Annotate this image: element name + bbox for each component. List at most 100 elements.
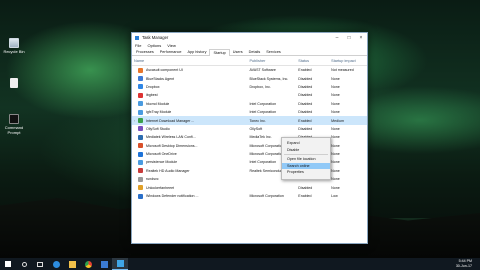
taskbar-edge[interactable]: [48, 258, 64, 270]
desktop-icon-label: Recycle Bin: [3, 49, 25, 54]
table-row[interactable]: Mediatek Wireless LAN Confi... MediaTek I…: [132, 133, 367, 141]
folder-icon: [68, 260, 76, 268]
row-status: Disabled: [298, 101, 313, 106]
column-header-status[interactable]: Status: [296, 59, 329, 63]
table-row[interactable]: rundsvcDisabledNone: [132, 175, 367, 183]
tab-users[interactable]: Users: [230, 49, 246, 55]
desktop-icon-recycle-bin[interactable]: Recycle Bin: [3, 38, 25, 54]
tab-processes[interactable]: Processes: [133, 49, 157, 55]
table-row[interactable]: hkcmd Module Intel Corporation Disabled Non…: [132, 100, 367, 108]
row-name: Realtek HD Audio Manager: [146, 168, 190, 173]
command-prompt-icon: [9, 114, 19, 124]
file-icon: [10, 78, 18, 88]
taskbar-task-view[interactable]: [32, 258, 48, 270]
tab-performance[interactable]: Performance: [157, 49, 185, 55]
start-button[interactable]: [0, 258, 16, 270]
table-row[interactable]: Avcasuit component UI AVAST Software Enabl…: [132, 66, 367, 74]
search-icon: [21, 261, 27, 267]
row-publisher: Tonec Inc.: [249, 118, 266, 123]
tab-services[interactable]: Services: [263, 49, 284, 55]
task-manager-window: Task Manager – □ × File Options View Pro…: [131, 32, 368, 244]
row-name-cell: BlueStacks Agent: [132, 76, 248, 82]
column-header-publisher[interactable]: Publisher: [248, 59, 297, 63]
taskbar-file-explorer[interactable]: [64, 258, 80, 270]
chrome-icon: [84, 260, 92, 268]
taskbar-store[interactable]: [96, 258, 112, 270]
app-icon: [138, 126, 143, 132]
row-impact: None: [331, 160, 340, 165]
tab-app-history[interactable]: App history: [184, 49, 209, 55]
app-icon: [138, 159, 143, 165]
menu-file[interactable]: File: [135, 43, 141, 48]
table-row[interactable]: Realtek HD Audio Manager Realtek Semicond…: [132, 167, 367, 175]
table-row[interactable]: Dropbox Dropbox, Inc. Disabled None: [132, 83, 367, 91]
row-impact: Low: [331, 194, 338, 199]
column-header-name[interactable]: Name: [132, 59, 248, 63]
app-icon: [138, 76, 143, 82]
row-publisher: BlueStack Systems, Inc.: [249, 76, 289, 81]
tab-strip: Processes Performance App history Startu…: [132, 48, 367, 56]
row-status: Disabled: [298, 185, 313, 190]
context-menu-properties[interactable]: Properties: [282, 169, 330, 176]
table-row[interactable]: Microsoft Desktop Dimensions... Microsoft…: [132, 142, 367, 150]
row-status: Disabled: [298, 93, 313, 98]
app-icon: [138, 185, 143, 191]
row-status: Disabled: [298, 126, 313, 131]
table-row[interactable]: BlueStacks Agent BlueStack Systems, Inc. D…: [132, 74, 367, 82]
table-row[interactable]: Windows Defender notification ... Microso…: [132, 192, 367, 200]
context-menu-open-file-location[interactable]: Open file location: [282, 156, 330, 163]
row-publisher: Intel Corporation: [249, 110, 277, 115]
app-icon: [138, 134, 143, 140]
row-impact: None: [331, 185, 340, 190]
maximize-icon[interactable]: □: [343, 35, 355, 41]
table-row[interactable]: OllySoft Studio OllySoft Disabled None: [132, 125, 367, 133]
row-name-cell: Microsoft OneDrive: [132, 151, 248, 157]
column-header-startup-impact[interactable]: Startup impact: [329, 59, 367, 63]
minimize-icon[interactable]: –: [331, 35, 343, 41]
row-publisher: Dropbox, Inc.: [249, 84, 271, 89]
tab-startup[interactable]: Startup: [209, 49, 230, 56]
app-icon: [138, 92, 143, 98]
context-menu-expand[interactable]: Expand: [282, 140, 330, 147]
row-name-cell: Avcasuit component UI: [132, 67, 248, 73]
row-name-cell: igfxTray Module: [132, 109, 248, 115]
row-name-cell: hkcmd Module: [132, 101, 248, 107]
app-icon: [138, 151, 143, 157]
table-row[interactable]: Microsoft OneDriveMicrosoft CorporationD…: [132, 150, 367, 158]
row-impact: None: [331, 177, 340, 182]
taskbar: 5:44 PM 30-Jun-17: [0, 258, 480, 270]
row-publisher: OllySoft: [249, 126, 263, 131]
row-name: Internet Download Manager ...: [146, 118, 195, 123]
table-header: Name Publisher Status Startup impact: [132, 56, 367, 66]
context-menu-disable[interactable]: Disable: [282, 147, 330, 154]
taskbar-chrome[interactable]: [80, 258, 96, 270]
row-status: Enabled: [298, 118, 312, 123]
app-icon: [138, 176, 143, 182]
row-impact: None: [331, 101, 340, 106]
context-menu-search-online[interactable]: Search online: [282, 162, 330, 170]
taskbar-task-manager[interactable]: [112, 258, 128, 270]
desktop-icon-file[interactable]: [3, 78, 25, 89]
row-status: Disabled: [298, 110, 313, 115]
row-name-cell: Dropbox: [132, 84, 248, 90]
row-impact: None: [331, 84, 340, 89]
table-row[interactable]: igfxTray Module Intel Corporation Disabled…: [132, 108, 367, 116]
row-impact: None: [331, 93, 340, 98]
close-icon[interactable]: ×: [355, 35, 367, 41]
table-row[interactable]: › Internet Download Manager ... Tonec Inc.…: [132, 116, 367, 125]
menu-options[interactable]: Options: [147, 43, 161, 48]
system-clock[interactable]: 5:44 PM 30-Jun-17: [456, 259, 472, 269]
row-status: Disabled: [298, 76, 313, 81]
taskbar-search[interactable]: [16, 258, 32, 270]
table-row[interactable]: persistence ModuleIntel CorporationDisab…: [132, 158, 367, 166]
row-impact: Not measured: [331, 68, 354, 73]
row-name: Microsoft OneDrive: [146, 152, 177, 157]
tab-details[interactable]: Details: [246, 49, 264, 55]
edge-icon: [52, 260, 60, 268]
table-row[interactable]: Unlockerfanheeet Disabled None: [132, 183, 367, 191]
desktop-icon-command-prompt[interactable]: Command Prompt: [3, 114, 25, 135]
menu-view[interactable]: View: [167, 43, 176, 48]
title-bar[interactable]: Task Manager – □ ×: [132, 33, 367, 42]
app-icon: [138, 109, 143, 115]
table-row[interactable]: ibgbest Disabled None: [132, 91, 367, 99]
